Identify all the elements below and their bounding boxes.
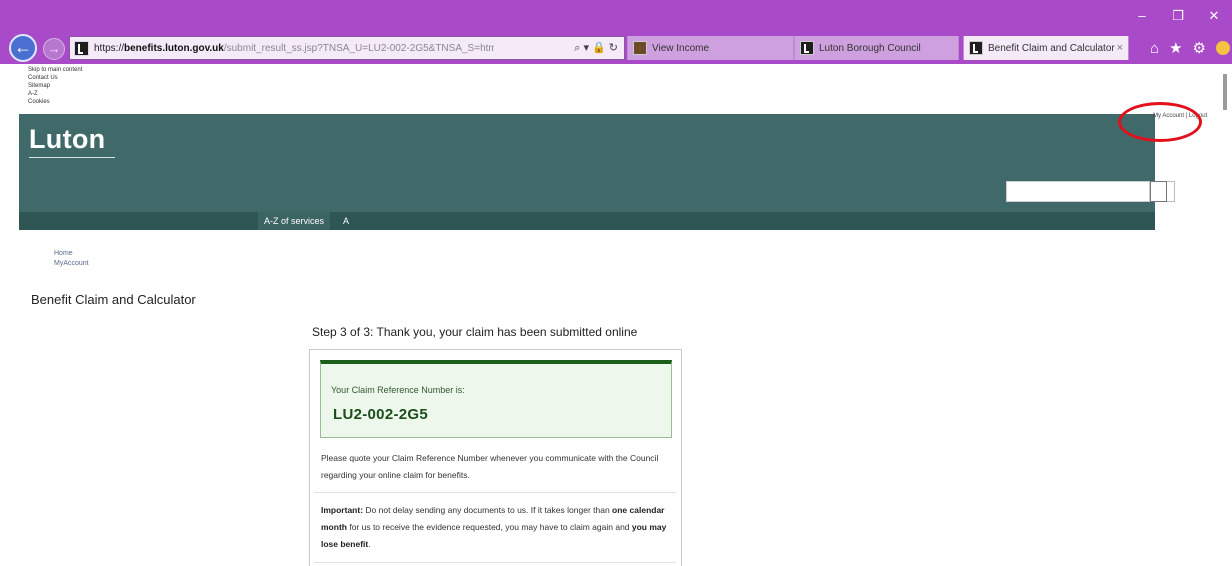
- claim-reference-label: Your Claim Reference Number is:: [331, 385, 465, 395]
- favorites-star-icon[interactable]: ★: [1169, 39, 1182, 57]
- step-title: Step 3 of 3: Thank you, your claim has b…: [312, 325, 638, 339]
- important-label: Important:: [321, 505, 364, 515]
- url-text[interactable]: https://benefits.luton.gov.uk/submit_res…: [94, 43, 494, 54]
- feedback-smiley-icon[interactable]: [1216, 41, 1230, 55]
- forward-button[interactable]: →: [43, 38, 65, 60]
- skip-to-main-link[interactable]: Skip to main content: [28, 66, 82, 74]
- site-search-button[interactable]: [1150, 181, 1167, 202]
- important-text-2: for us to receive the evidence requested…: [346, 522, 632, 532]
- divider: [314, 562, 676, 563]
- important-notice: Important: Do not delay sending any docu…: [321, 502, 679, 553]
- window-controls: – ❐ ✕: [1124, 6, 1232, 26]
- forward-arrow-icon: →: [47, 41, 61, 56]
- nav-a-letter[interactable]: A: [343, 212, 349, 230]
- tab-benefit-claim-calculator[interactable]: Benefit Claim and Calculator ×: [963, 36, 1129, 60]
- url-protocol: https://: [94, 42, 125, 54]
- address-bar[interactable]: https://benefits.luton.gov.uk/submit_res…: [69, 36, 625, 60]
- divider: [314, 492, 676, 493]
- luton-logo[interactable]: Luton: [29, 124, 105, 155]
- tab-luton-borough-council[interactable]: Luton Borough Council: [794, 36, 959, 60]
- cookies-link[interactable]: Cookies: [28, 98, 82, 106]
- tab-label: Luton Borough Council: [819, 42, 921, 54]
- skip-links: Skip to main content Contact Us Sitemap …: [28, 66, 82, 106]
- claim-confirmation-panel: Your Claim Reference Number is: LU2-002-…: [309, 349, 682, 566]
- search-button-edge: [1167, 181, 1175, 202]
- site-header-banner: Luton: [19, 114, 1175, 212]
- claim-reference-box: Your Claim Reference Number is: LU2-002-…: [320, 360, 672, 438]
- annotation-circle: [1118, 102, 1202, 142]
- important-text-3: .: [368, 539, 371, 549]
- main-nav-bar: A-Z of services A: [19, 212, 1155, 230]
- claim-reference-number: LU2-002-2G5: [333, 406, 429, 423]
- tab-label: View Income: [652, 42, 710, 54]
- breadcrumb-home[interactable]: Home: [54, 249, 89, 259]
- restore-button[interactable]: ❐: [1160, 6, 1196, 26]
- quote-reference-text: Please quote your Claim Reference Number…: [321, 453, 659, 480]
- logo-underline: [29, 157, 115, 158]
- sitemap-link[interactable]: Sitemap: [28, 82, 82, 90]
- minimize-button[interactable]: –: [1124, 6, 1160, 26]
- luton-favicon-icon: [969, 41, 983, 55]
- breadcrumb-myaccount[interactable]: MyAccount: [54, 259, 89, 269]
- back-button[interactable]: ←: [9, 34, 37, 62]
- site-favicon-icon: [74, 40, 89, 56]
- important-text-1: Do not delay sending any documents to us…: [363, 505, 613, 515]
- tab-label: Benefit Claim and Calculator: [988, 42, 1115, 54]
- url-path: /submit_result_ss.jsp?TNSA_U=LU2-002-2G5…: [223, 42, 494, 54]
- tab-view-income[interactable]: View Income: [627, 36, 794, 60]
- contact-us-link[interactable]: Contact Us: [28, 74, 82, 82]
- close-window-button[interactable]: ✕: [1196, 6, 1232, 26]
- page-title: Benefit Claim and Calculator: [31, 292, 196, 307]
- scrollbar-thumb[interactable]: [1223, 74, 1227, 110]
- breadcrumb: Home MyAccount: [54, 249, 89, 269]
- home-icon[interactable]: ⌂: [1150, 40, 1159, 57]
- url-host: benefits.luton.gov.uk: [124, 42, 224, 54]
- photo-favicon-icon: [633, 41, 647, 55]
- luton-favicon-icon: [800, 41, 814, 55]
- a-z-link[interactable]: A-Z: [28, 90, 82, 98]
- tab-close-icon[interactable]: ×: [1117, 42, 1123, 54]
- site-search-input[interactable]: [1006, 181, 1150, 202]
- back-arrow-icon: ←: [14, 37, 32, 57]
- vertical-scrollbar[interactable]: [1216, 66, 1232, 566]
- settings-gear-icon[interactable]: ⚙: [1193, 39, 1206, 57]
- address-bar-icons[interactable]: ⌕ ▾ 🔒 ↻: [574, 41, 624, 55]
- browser-toolbar: ⌂ ★ ⚙: [1150, 36, 1232, 60]
- nav-a-z-of-services[interactable]: A-Z of services: [258, 212, 331, 230]
